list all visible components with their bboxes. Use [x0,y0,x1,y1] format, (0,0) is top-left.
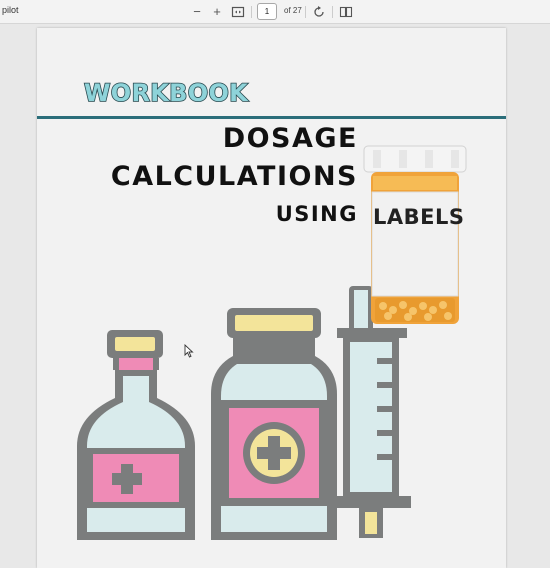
page-total: of 27 [284,6,302,15]
page-number-input[interactable] [257,3,277,20]
two-page-icon[interactable] [338,4,354,20]
toolbar-separator [251,6,252,18]
medical-illustration [77,145,467,540]
mouse-cursor-icon [184,344,194,358]
bottle-label-text: LABELS [373,205,465,229]
toolbar-separator [332,6,333,18]
pill-bottle-icon [363,145,467,324]
large-vial-icon [211,308,337,540]
fit-page-icon[interactable] [230,4,246,20]
zoom-in-icon[interactable]: + [209,3,225,20]
pdf-page: WORKBOOK DOSAGE CALCULATIONS USING LABEL… [37,28,506,568]
app-title: pilot [2,5,19,15]
zoom-out-icon[interactable]: − [189,3,205,20]
toolbar-separator [305,6,306,18]
rotate-icon[interactable] [311,4,327,20]
viewer-toolbar: pilot − + of 27 [0,0,550,24]
small-vial-icon [77,330,195,540]
